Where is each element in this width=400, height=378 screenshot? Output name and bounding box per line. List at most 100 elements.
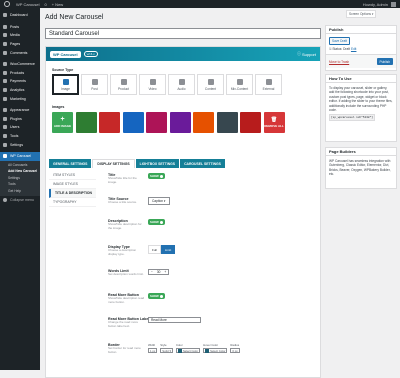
how-to-use-text: To display your carousel, slider or gall… bbox=[329, 86, 393, 113]
source-type-image[interactable]: Image bbox=[52, 74, 79, 95]
plus-icon[interactable]: + bbox=[162, 270, 168, 274]
remove-all-button[interactable]: 🗑 REMOVE ALL bbox=[263, 112, 285, 133]
subtab-typography[interactable]: TYPOGRAPHY bbox=[49, 198, 96, 207]
publish-box: Publish Save Draft ⚿ Status: Draft Edit … bbox=[325, 25, 397, 71]
gallery-thumb[interactable] bbox=[99, 112, 120, 133]
move-to-trash-link[interactable]: Move to Trash bbox=[329, 60, 349, 64]
read-more-label-input[interactable]: Read More bbox=[148, 317, 201, 323]
border-color-picker[interactable]: Select Color bbox=[175, 348, 201, 353]
subtab-title-description[interactable]: TITLE & DESCRIPTION bbox=[49, 189, 96, 198]
words-limit-stepper[interactable]: −30 + bbox=[148, 269, 170, 275]
source-type-product[interactable]: Product bbox=[110, 74, 137, 95]
support-icon: ⓘ bbox=[296, 51, 301, 56]
sidebar-item-products[interactable]: Products bbox=[0, 69, 40, 78]
field-display-type: Display Type Choose a description displa… bbox=[108, 245, 318, 256]
source-type-post[interactable]: Post bbox=[81, 74, 108, 95]
page-title: Add New Carousel bbox=[45, 14, 104, 21]
title-toggle[interactable]: SHOW bbox=[148, 173, 165, 179]
howdy-user[interactable]: Howdy, Admin bbox=[363, 2, 388, 7]
sidebar-item-payments[interactable]: Payments bbox=[0, 77, 40, 86]
save-draft-button[interactable]: Save Draft bbox=[329, 37, 351, 45]
site-name[interactable]: WP Carousel bbox=[16, 2, 40, 7]
media-icon bbox=[3, 33, 7, 38]
woocommerce-icon bbox=[3, 62, 7, 67]
screen-options-button[interactable]: Screen Options ▾ bbox=[346, 10, 377, 18]
tab-lightbox-settings[interactable]: LIGHTBOX SETTINGS bbox=[135, 159, 180, 168]
tab-display-settings[interactable]: DISPLAY SETTINGS bbox=[92, 159, 135, 168]
source-type-mix-content[interactable]: Mix-Content bbox=[226, 74, 253, 95]
field-description: Description Show/hide description for th… bbox=[108, 219, 318, 230]
subtab-image-styles[interactable]: IMAGE STYLES bbox=[49, 180, 96, 189]
collapse-menu[interactable]: Collapse menu bbox=[0, 196, 40, 205]
support-link[interactable]: Support bbox=[302, 52, 316, 57]
display-type-selector: Full Limit bbox=[148, 245, 176, 254]
border-style-select[interactable]: Solid ▾ bbox=[160, 348, 173, 353]
publish-button[interactable]: Publish bbox=[376, 58, 393, 66]
page-builders-title: Page Builders bbox=[326, 148, 396, 156]
comment-icon bbox=[3, 50, 7, 55]
image-gallery: + ADD IMAGE 🗑 REMOVE ALL bbox=[52, 112, 285, 133]
users-icon bbox=[3, 125, 7, 130]
source-type-external[interactable]: External bbox=[255, 74, 282, 95]
wrench-icon bbox=[3, 134, 7, 139]
gallery-thumb[interactable] bbox=[75, 112, 97, 133]
shortcode-box[interactable]: [sp_wpcarousel id="5138"] bbox=[329, 114, 375, 122]
page-icon bbox=[3, 42, 7, 47]
sidebar-item-media[interactable]: Media bbox=[0, 31, 40, 40]
display-type-limit[interactable]: Limit bbox=[160, 245, 176, 254]
pin-icon bbox=[3, 24, 7, 29]
post-title-input[interactable]: Standard Carousel bbox=[45, 28, 321, 39]
border-hover-color-picker[interactable]: Select Color bbox=[203, 348, 228, 353]
cart-icon bbox=[120, 78, 127, 85]
page-builders-box: Page Builders WP Carousel has seamless i… bbox=[325, 147, 397, 189]
subtab-item-styles[interactable]: ITEM STYLES bbox=[49, 171, 96, 180]
tab-carousel-settings[interactable]: CAROUSEL SETTINGS bbox=[180, 159, 225, 168]
sidebar-item-comments[interactable]: Comments bbox=[0, 48, 40, 57]
sidebar-item-pages[interactable]: Pages bbox=[0, 40, 40, 49]
submenu-get-help[interactable]: Get Help bbox=[0, 187, 40, 194]
sidebar-item-wp-carousel[interactable]: WP Carousel bbox=[0, 151, 40, 161]
border-width-input[interactable]: 1 px bbox=[148, 348, 158, 353]
avatar[interactable] bbox=[391, 1, 396, 7]
chart-icon bbox=[3, 88, 7, 93]
comments-count[interactable]: 0 bbox=[45, 2, 47, 7]
gallery-thumb[interactable] bbox=[146, 112, 167, 133]
description-toggle[interactable]: SHOW bbox=[148, 219, 165, 225]
source-type-label: Source Type bbox=[52, 68, 74, 72]
border-radius-input[interactable]: 0 px bbox=[230, 348, 240, 353]
source-type-audio[interactable]: Audio bbox=[168, 74, 195, 95]
field-border: Border Set border for read more button. … bbox=[108, 343, 240, 354]
sidebar-item-users[interactable]: Users bbox=[0, 123, 40, 132]
field-read-more-button: Read More Button Show/hide description r… bbox=[108, 293, 318, 304]
external-icon bbox=[265, 78, 272, 85]
wordpress-logo-icon[interactable] bbox=[4, 1, 10, 7]
sidebar-item-tools[interactable]: Tools bbox=[0, 132, 40, 141]
play-icon bbox=[149, 78, 156, 85]
display-type-full[interactable]: Full bbox=[148, 245, 161, 254]
panel-header: WP Carousel v2.6.x ⓘ Support bbox=[46, 47, 320, 61]
gallery-thumb[interactable] bbox=[169, 112, 191, 133]
sidebar-item-marketing[interactable]: Marketing bbox=[0, 94, 40, 103]
sidebar-item-dashboard[interactable]: Dashboard bbox=[0, 11, 40, 20]
sidebar-item-settings[interactable]: Settings bbox=[0, 140, 40, 149]
source-type-video[interactable]: Video bbox=[139, 74, 166, 95]
sidebar-item-plugins[interactable]: Plugins bbox=[0, 115, 40, 124]
read-more-toggle[interactable]: SHOW bbox=[148, 293, 165, 299]
gallery-thumb[interactable] bbox=[240, 112, 261, 133]
field-read-more-label: Read More Button Label Change the read m… bbox=[108, 317, 318, 328]
title-source-select[interactable]: Caption ▾ bbox=[148, 197, 170, 205]
gallery-thumb[interactable] bbox=[193, 112, 214, 133]
edit-status-link[interactable]: Edit bbox=[351, 47, 357, 51]
sidebar-item-woocommerce[interactable]: WooCommerce bbox=[0, 60, 40, 69]
pin-icon bbox=[91, 78, 98, 85]
sidebar-item-posts[interactable]: Posts bbox=[0, 23, 40, 32]
source-type-content[interactable]: Content bbox=[197, 74, 224, 95]
add-image-button[interactable]: + ADD IMAGE bbox=[52, 112, 73, 133]
gallery-thumb[interactable] bbox=[122, 112, 144, 133]
tab-general-settings[interactable]: GENERAL SETTINGS bbox=[49, 159, 92, 168]
sidebar-item-appearance[interactable]: Appearance bbox=[0, 106, 40, 115]
sidebar-item-analytics[interactable]: Analytics bbox=[0, 86, 40, 95]
settings-tabs: GENERAL SETTINGS DISPLAY SETTINGS LIGHTB… bbox=[49, 159, 225, 168]
new-content-link[interactable]: + New bbox=[52, 2, 63, 7]
gallery-thumb[interactable] bbox=[216, 112, 238, 133]
